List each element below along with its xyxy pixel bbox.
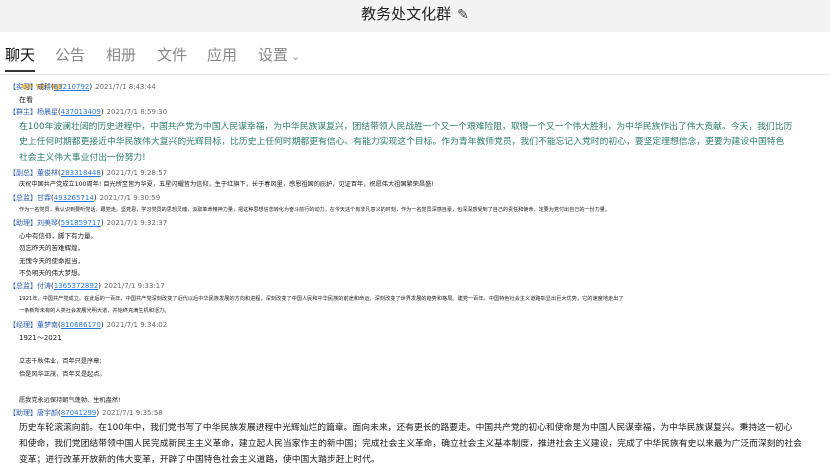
message-time: 2021/7/1 9:35:58 [102,409,163,417]
message-header: 【实习】成耕(63210792) 2021/7/1 8:43:44 [9,83,156,91]
sender-name[interactable]: 刘美琴 [37,219,58,227]
tab-chat[interactable]: 聊天 [5,44,35,65]
message-time: 2021/7/1 9:30:59 [99,194,161,202]
message-text: 在看 [19,96,33,104]
group-name: 教务处文化群 [361,5,452,23]
message-text: 庆祝中国共产党成立100周年! 目光所至皆为华夏，五星闪耀皆为信仰，生于红旗下，… [19,181,434,188]
emoji-fragment-icon [21,75,67,90]
message-text-line: 史上任何时期都更接近中华民族伟大复兴的光辉目标，比历史上任何时期都更有信心、有能… [19,137,785,147]
sender-name[interactable]: 董梦南 [37,321,58,329]
tab-album[interactable]: 相册 [106,44,136,65]
sender-qq[interactable]: 493265714 [54,194,94,202]
message-text-line: 愿我党永远保持朝气蓬勃、生机盎然! [19,397,121,404]
sender-name[interactable]: 杨晨星 [37,108,58,116]
chevron-down-icon: ⌄ [291,50,301,63]
active-tab-underline [5,70,35,72]
message-text-line: 社会主义伟大事业付出一份努力! [19,153,146,163]
message-time: 2021/7/1 9:33:17 [104,282,165,290]
member-badge: 【助理】 [9,219,37,227]
message-time: 2021/7/1 9:32:37 [106,219,168,227]
sender-name[interactable]: 成耕 [37,83,51,91]
group-title: 教务处文化群 ✎ [0,3,830,24]
member-badge: 【副总】 [9,169,37,177]
member-badge: 【经理】 [9,321,37,329]
message-text-line: 在100年波澜壮阔的历史进程中，中国共产党为中国人民谋幸福，为中华民族谋复兴，团… [19,122,793,132]
edit-pencil-icon[interactable]: ✎ [457,7,469,23]
tab-announcements[interactable]: 公告 [55,44,85,65]
message-text-line: 不负明天的伟大梦想。 [19,269,84,277]
message-time: 2021/7/1 8:59:30 [106,108,168,116]
message-text: 作为一名党员，我认识到要听党话、跟党走，坚党恩，学习党员的思想灵魂，汲取革命精神… [19,207,610,213]
sender-name[interactable]: 唐宇颜 [37,409,58,417]
message-time: 2021/7/1 8:43:44 [95,83,156,91]
message-header: 【副总】董俊林(283318448) 2021/7/1 9:28:57 [9,169,168,177]
tab-settings[interactable]: 设置 ⌄ [258,44,300,65]
message-time: 2021/7/1 9:34:02 [106,321,168,329]
message-text-line: 变革；进行改革开放新的伟大变革，开辟了中国特色社会主义道路，使中国大踏步赶上时代… [19,455,380,465]
tab-bar: 聊天 公告 相册 文件 应用 设置 ⌄ [0,32,830,75]
message-text-line: 和使命，我们党团结带领中国人民完成新民主主义革命，建立起人民当家作主的新中国；完… [19,439,802,449]
message-text-line: 无愧今天的使命担当， [19,257,84,265]
tab-settings-label: 设置 [258,46,289,64]
sender-qq[interactable]: 591859717 [61,219,101,227]
tab-apps[interactable]: 应用 [207,44,237,65]
sender-qq[interactable]: 283318448 [61,169,101,177]
member-badge: 【实习】 [9,83,37,91]
title-bar: 教务处文化群 ✎ [0,0,830,32]
message-header: 【助理】唐宇颜(87041299) 2021/7/1 9:35:58 [9,409,163,417]
message-header: 【经理】董梦南(810686170) 2021/7/1 9:34:02 [9,321,168,329]
sender-qq[interactable]: 810686170 [61,321,101,329]
sender-qq[interactable]: 437013409 [61,108,101,116]
message-header: 【总监】甘霖(493265714) 2021/7/1 9:30:59 [9,194,161,202]
sender-qq[interactable]: 87041299 [61,409,97,417]
sender-name[interactable]: 董俊林 [37,169,58,177]
message-header: 【助理】刘美琴(591859717) 2021/7/1 9:32:37 [9,219,168,227]
message-text-line: 一条新所未有的人类社会发展光明大道，并始终充满生机和活力。 [19,308,170,314]
member-badge: 【总监】 [9,282,37,290]
message-text-line: 勿忘昨天的苦难辉煌， [19,244,84,252]
tab-files[interactable]: 文件 [157,44,187,65]
sender-name[interactable]: 甘霖 [37,194,51,202]
message-header: 【总监】付涛(1365372892) 2021/7/1 9:33:17 [9,282,165,290]
message-time: 2021/7/1 9:28:57 [106,169,168,177]
sender-qq[interactable]: 63210792 [54,83,90,91]
message-text-line: 立志千秋伟业，百年只是序章; [19,358,102,365]
message-text-line: 1921～2021 [19,334,62,342]
sender-qq[interactable]: 1365372892 [54,282,99,290]
message-header: 【群主】杨晨星(437013409) 2021/7/1 8:59:30 [9,108,168,116]
member-badge: 【群主】 [9,108,37,116]
member-badge: 【总监】 [9,194,37,202]
message-text-line: 恰是风华正茂，百年又是起点。 [19,371,106,378]
member-badge: 【助理】 [9,409,37,417]
message-text-line: 心中有信仰，脚下有力量。 [19,232,97,240]
sender-name[interactable]: 付涛 [37,282,51,290]
message-text-line: 历史车轮滚滚向前。在100年中，我们党书写了中华民族发展进程中光辉灿烂的篇章。面… [19,423,793,433]
message-text-line: 1921年，中国共产党成立。在此后的一百年，中国共产党深刻改变了近代以后中华民族… [19,296,624,302]
